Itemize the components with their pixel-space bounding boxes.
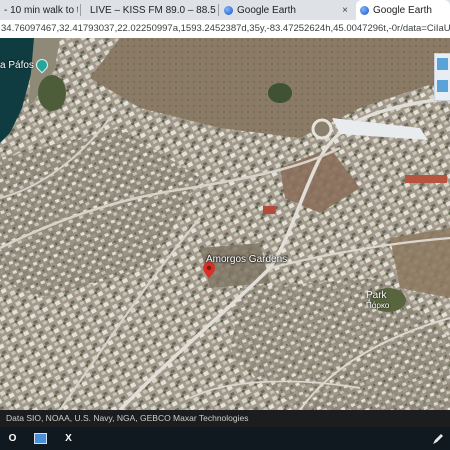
excel-icon[interactable]: X [60, 430, 77, 447]
place-label-pafos[interactable]: a Páfos [0, 56, 51, 74]
tab-1[interactable]: - 10 min walk to th [0, 0, 78, 20]
thumbnail-image [437, 80, 448, 92]
attribution-text: Data SIO, NOAA, U.S. Navy, NGA, GEBCO Ma… [6, 413, 249, 423]
thumbnail-image [437, 58, 448, 70]
google-earth-icon [224, 5, 233, 15]
address-bar[interactable]: 34.76097467,32.41793037,22.02250997a,159… [0, 20, 450, 39]
map-attribution: Data SIO, NOAA, U.S. Navy, NGA, GEBCO Ma… [0, 410, 450, 427]
google-earth-icon [360, 5, 369, 15]
app-icon-glyph [34, 433, 47, 444]
tab-2-title: LIVE – KISS FM 89.0 – 88.5 [90, 4, 216, 16]
place-label-park-greek: Πάρκο [366, 301, 390, 310]
url-text: 34.76097467,32.41793037,22.02250997a,159… [1, 23, 450, 34]
satellite-map[interactable]: a Páfos Amorgos Gardens Park Πάρκο [0, 38, 450, 410]
tab-2[interactable]: LIVE – KISS FM 89.0 – 88.5 × [82, 0, 216, 20]
place-label-pafos-text: a Páfos [0, 59, 34, 71]
excel-icon-letter: X [65, 433, 72, 444]
street-view-thumbnail[interactable] [434, 53, 450, 101]
place-label-amorgos[interactable]: Amorgos Gardens [206, 249, 287, 267]
location-pin-icon [33, 56, 51, 74]
tab-4-title: Google Earth [373, 4, 432, 16]
pen-icon[interactable] [432, 432, 444, 444]
close-icon[interactable]: × [336, 5, 354, 16]
taskbar: O X [0, 427, 450, 450]
tab-3-title: Google Earth [237, 4, 296, 16]
place-label-park-text: Park [366, 290, 387, 301]
outlook-icon[interactable]: O [4, 430, 21, 447]
outlook-icon-letter: O [8, 433, 17, 444]
tab-1-title: - 10 min walk to th [4, 4, 78, 16]
place-label-park[interactable]: Park Πάρκο [366, 290, 389, 310]
tab-3[interactable]: Google Earth × [220, 0, 354, 20]
place-label-amorgos-text: Amorgos Gardens [206, 254, 288, 265]
app-icon[interactable] [32, 430, 49, 447]
tab-4-active[interactable]: Google Earth [356, 0, 450, 20]
satellite-imagery [0, 38, 450, 410]
browser-tab-bar: - 10 min walk to th LIVE – KISS FM 89.0 … [0, 0, 450, 20]
